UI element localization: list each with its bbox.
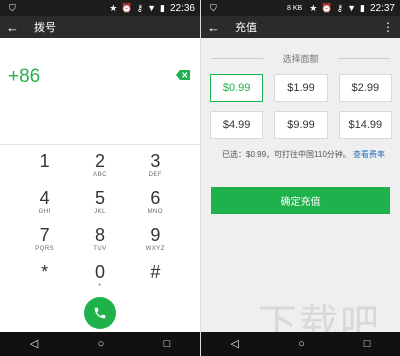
dial-key-letters: TUV — [93, 246, 107, 252]
battery-icon: ▮ — [360, 2, 365, 13]
phone-icon — [94, 307, 106, 319]
dial-key[interactable]: 5 JKL — [72, 188, 127, 225]
dial-key[interactable]: # — [128, 262, 183, 299]
dial-key[interactable]: 9 WXYZ — [128, 225, 183, 262]
status-time: 22:36 — [169, 2, 195, 14]
amount-option[interactable]: $2.99 — [338, 74, 392, 102]
shield-icon: ⛉ — [210, 2, 217, 13]
dial-key-digit: 8 — [94, 225, 105, 245]
selection-info-text: 已选：$0.99，可打往中国110分钟。 — [222, 150, 351, 159]
dial-key-letters: WXYZ — [145, 246, 165, 252]
back-arrow-icon[interactable]: ← — [207, 20, 227, 35]
backspace-icon[interactable] — [176, 70, 190, 80]
view-rates-link[interactable]: 查看费率 — [353, 150, 385, 159]
app-bar: ← 拨号 — [0, 16, 200, 38]
nav-recent-icon[interactable]: □ — [364, 338, 371, 350]
dial-key-letters: ABC — [93, 172, 107, 178]
nav-back-icon[interactable]: ◁ — [231, 338, 239, 350]
dial-key[interactable]: 6 MNO — [128, 188, 183, 225]
star-icon: ★ — [109, 2, 118, 13]
key-icon: ⚷ — [336, 2, 344, 13]
dial-key-digit: 7 — [39, 225, 50, 245]
amount-option[interactable]: $9.99 — [274, 111, 328, 139]
dial-key-letters: MNO — [147, 209, 164, 215]
back-arrow-icon[interactable]: ← — [6, 20, 26, 35]
dial-key-digit: 6 — [150, 188, 161, 208]
nav-home-icon[interactable]: ○ — [298, 338, 305, 350]
dial-key[interactable]: 1 — [17, 151, 72, 188]
amount-option[interactable]: $1.99 — [274, 74, 328, 102]
alarm-icon: ⏰ — [321, 2, 333, 13]
nav-back-icon[interactable]: ◁ — [30, 338, 38, 350]
dial-key-digit: 4 — [39, 188, 50, 208]
dial-key-digit: * — [41, 262, 49, 282]
dial-key[interactable]: 3 DEF — [128, 151, 183, 188]
selection-info: 已选：$0.99，可打往中国110分钟。 查看费率 — [222, 149, 385, 160]
status-bar: ⛉ ★ ⏰ ⚷ ▼ ▮ 22:36 — [0, 0, 200, 16]
dial-key-letters: + — [97, 283, 102, 289]
wifi-icon: ▼ — [147, 2, 157, 13]
dial-key[interactable]: 4 GHI — [17, 188, 72, 225]
dial-key[interactable]: 0 + — [72, 262, 127, 299]
alarm-icon: ⏰ — [121, 2, 133, 13]
dial-key[interactable]: 2 ABC — [72, 151, 127, 188]
app-bar: ← 充值 ⋮ — [201, 16, 400, 38]
page-title: 拨号 — [34, 22, 56, 34]
more-vert-icon[interactable]: ⋮ — [382, 20, 394, 34]
dial-key-digit: 5 — [94, 188, 105, 208]
divider — [0, 144, 200, 145]
dial-key-digit: 0 — [94, 262, 105, 282]
dial-key[interactable]: 7 PQRS — [17, 225, 72, 262]
confirm-recharge-button[interactable]: 确定充值 — [211, 187, 390, 214]
dial-key-digit: 2 — [94, 151, 105, 171]
network-speed: 8 KB — [287, 4, 303, 12]
status-bar: ⛉ 8 KB ★ ⏰ ⚷ ▼ ▮ 22:37 — [201, 0, 400, 16]
dialed-number[interactable]: +86 — [8, 66, 40, 88]
recharge-screen: ⛉ 8 KB ★ ⏰ ⚷ ▼ ▮ 22:37 ← 充值 ⋮ 选择面额 $0.99… — [200, 0, 400, 356]
amount-option[interactable]: $0.99 — [210, 74, 264, 102]
status-time: 22:37 — [369, 2, 395, 14]
dial-key-letters: DEF — [148, 172, 163, 178]
dial-key-letters: JKL — [94, 209, 106, 215]
system-nav-bar: ◁ ○ □ — [201, 332, 400, 356]
battery-icon: ▮ — [160, 2, 165, 13]
call-button[interactable] — [84, 297, 116, 329]
amount-option[interactable]: $4.99 — [210, 111, 264, 139]
nav-home-icon[interactable]: ○ — [98, 338, 105, 350]
dial-key[interactable]: 8 TUV — [72, 225, 127, 262]
dialer-screen: ⛉ ★ ⏰ ⚷ ▼ ▮ 22:36 ← 拨号 +86 1 2 ABC 3 DEF 4 GHI… — [0, 0, 200, 356]
nav-recent-icon[interactable]: □ — [164, 338, 171, 350]
dial-key[interactable]: * — [17, 262, 72, 299]
amount-grid: $0.99 $1.99 $2.99 $4.99 $9.99 $14.99 — [210, 74, 392, 139]
amount-option[interactable]: $14.99 — [338, 111, 392, 139]
dial-key-digit: # — [150, 262, 161, 282]
dial-key-letters: PQRS — [35, 246, 55, 252]
dial-key-digit: 1 — [39, 151, 50, 171]
dial-key-letters: GHI — [38, 209, 51, 215]
shield-icon: ⛉ — [9, 2, 16, 13]
key-icon: ⚷ — [136, 2, 144, 13]
dial-key-digit: 3 — [150, 151, 161, 171]
star-icon: ★ — [309, 2, 318, 13]
page-title: 充值 — [235, 22, 257, 34]
section-title: 选择面额 — [211, 52, 390, 65]
dial-key-digit: 9 — [150, 225, 161, 245]
keypad: 1 2 ABC 3 DEF 4 GHI 5 JKL 6 MNO 7 PQRS 8 TUV 9 WXYZ * 0 + # — [17, 151, 183, 299]
wifi-icon: ▼ — [347, 2, 357, 13]
system-nav-bar: ◁ ○ □ — [0, 332, 200, 356]
